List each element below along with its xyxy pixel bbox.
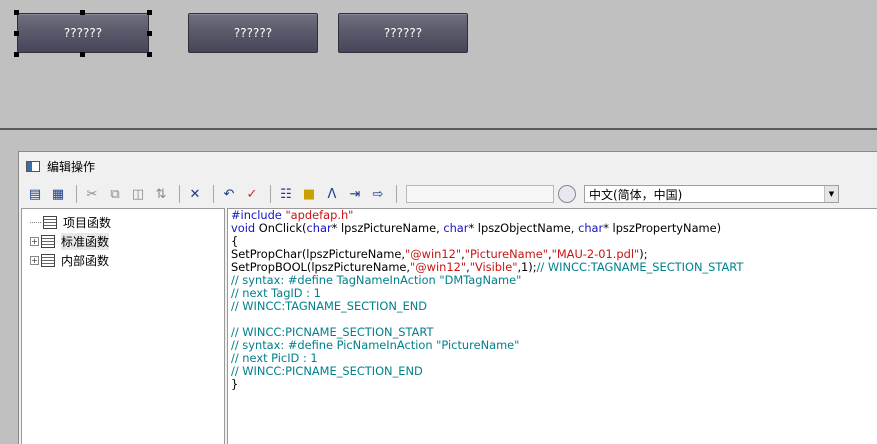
cut-icon[interactable]: ✂ [82, 184, 102, 204]
code-token: char [443, 221, 469, 235]
code-token: "apdefap.h" [285, 208, 354, 222]
code-line: } [231, 377, 239, 391]
canvas-button-1-label: ?????? [63, 26, 103, 40]
delete-icon[interactable]: ✕ [185, 184, 205, 204]
window-titlebar: 编辑操作 [19, 152, 877, 180]
code-token: "@win12" [405, 247, 462, 261]
code-token: char [306, 221, 332, 235]
toolbar-separator [213, 185, 214, 203]
code-token: SetPropBOOL(lpszPictureName, [231, 260, 411, 274]
code-editor[interactable]: #include "apdefap.h" void OnClick(char* … [227, 208, 877, 444]
selection-handle-bm[interactable] [80, 52, 85, 57]
code-token: * lpszPropertyName) [603, 221, 722, 235]
code-line: // WINCC:TAGNAME_SECTION_END [231, 299, 428, 313]
canvas-button-1[interactable]: ?????? [17, 13, 149, 53]
import-icon[interactable]: ▦ [48, 184, 68, 204]
selection-handle-tm[interactable] [80, 10, 85, 15]
selection-handle-tl[interactable] [14, 10, 19, 15]
code-line: void OnClick(char* lpszPictureName, char… [231, 222, 877, 235]
spell-check-icon[interactable]: ✓ [242, 184, 262, 204]
copy-icon[interactable]: ⧉ [105, 184, 125, 204]
canvas-button-3[interactable]: ?????? [338, 13, 468, 53]
selection-handle-mr[interactable] [147, 31, 152, 36]
tree-item-project-functions[interactable]: 项目函数 [30, 213, 111, 231]
canvas-button-2[interactable]: ?????? [188, 13, 318, 53]
book-icon [41, 234, 55, 248]
tree-item-standard-functions[interactable]: + 标准函数 [30, 232, 110, 250]
selection-handle-br[interactable] [147, 52, 152, 57]
toolbar-separator [396, 185, 397, 203]
export-icon[interactable]: ⇨ [368, 184, 388, 204]
graphics-canvas: ?????? ?????? ?????? [0, 0, 877, 128]
code-token: "MAU-2-01.pdl" [551, 247, 640, 261]
tree-item-label: 项目函数 [63, 215, 112, 230]
undo-icon[interactable]: ↶ [219, 184, 239, 204]
selection-handle-bl[interactable] [14, 52, 19, 57]
editor-toolbar: ▤ ▦ ✂ ⧉ ◫ ⇅ ✕ ↶ ✓ ☷ ■ Λ ⇥ ⇨ 中文(简体，中国) ▼ [19, 182, 877, 206]
language-select-value: 中文(简体，中国) [589, 187, 683, 202]
code-line: // syntax: #define TagNameInAction "DMTa… [231, 273, 522, 287]
canvas-button-3-label: ?????? [383, 26, 423, 40]
code-token: * lpszPictureName, [331, 221, 444, 235]
property-icon[interactable]: Λ [322, 184, 342, 204]
toolbar-separator [76, 185, 77, 203]
tree-item-label: 内部函数 [61, 253, 110, 268]
replace-icon[interactable]: ⇅ [151, 184, 171, 204]
function-tree: 项目函数 + 标准函数 + 内部函数 [21, 208, 225, 444]
toolbar-separator [179, 185, 180, 203]
code-token: "@win12" [410, 260, 467, 274]
canvas-button-2-label: ?????? [233, 26, 273, 40]
code-token: void [231, 221, 256, 235]
language-select[interactable]: 中文(简体，中国) ▼ [584, 185, 839, 203]
code-token: #include [231, 208, 286, 222]
tree-item-label: 标准函数 [61, 232, 110, 250]
window-icon [26, 160, 40, 172]
code-line: // syntax: #define PicNameInAction "Pict… [231, 338, 520, 352]
window-title: 编辑操作 [47, 159, 96, 174]
code-token: ,1); [517, 260, 537, 274]
code-token: OnClick( [255, 221, 307, 235]
clock-icon[interactable] [558, 185, 576, 203]
tree-connector [30, 221, 41, 223]
insert-icon[interactable]: ⇥ [345, 184, 365, 204]
book-icon [41, 253, 55, 267]
trigger-field[interactable] [406, 185, 554, 203]
code-token: // WINCC:TAGNAME_SECTION_START [536, 260, 744, 274]
selection-handle-tr[interactable] [147, 10, 152, 15]
code-token: ); [639, 247, 648, 261]
tree-item-internal-functions[interactable]: + 内部函数 [30, 251, 109, 269]
object-icon[interactable]: ■ [299, 184, 319, 204]
code-token: * lpszObjectName, [468, 221, 579, 235]
paste-icon[interactable]: ◫ [128, 184, 148, 204]
expand-icon[interactable]: + [30, 236, 39, 246]
code-token: char [578, 221, 604, 235]
edit-action-window: 编辑操作 ▤ ▦ ✂ ⧉ ◫ ⇅ ✕ ↶ ✓ ☷ ■ Λ ⇥ ⇨ 中文(简体，中… [18, 151, 877, 444]
code-line: // WINCC:PICNAME_SECTION_END [231, 364, 423, 378]
chevron-down-icon[interactable]: ▼ [824, 186, 838, 202]
canvas-divider [0, 128, 877, 130]
compile-icon[interactable]: ▤ [25, 184, 45, 204]
code-token: "Visible" [469, 260, 518, 274]
tag-icon[interactable]: ☷ [276, 184, 296, 204]
expand-icon[interactable]: + [30, 255, 39, 265]
code-token: SetPropChar(lpszPictureName, [231, 247, 405, 261]
book-icon [43, 215, 57, 229]
code-token: "PictureName" [464, 247, 548, 261]
selection-handle-ml[interactable] [14, 31, 19, 36]
toolbar-separator [270, 185, 271, 203]
